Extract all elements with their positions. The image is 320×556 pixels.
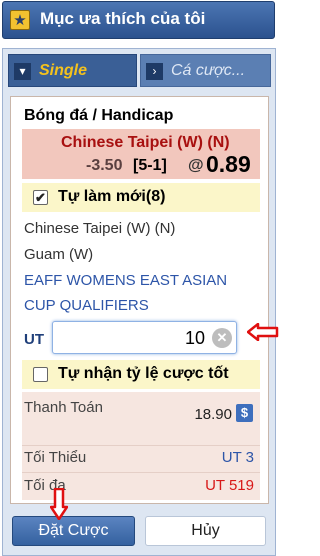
chevron-right-icon: ›	[146, 63, 163, 80]
handicap-value: -3.50	[86, 157, 123, 174]
star-icon: ★	[10, 10, 30, 30]
league-name: EAFF WOMENS EAST ASIAN CUP QUALIFIERS	[24, 272, 228, 314]
summary-divider	[22, 472, 260, 473]
tab-single[interactable]: ▾ Single	[8, 54, 137, 87]
min-stake-value: UT 3	[221, 449, 254, 466]
summary-divider	[22, 445, 260, 446]
stake-input[interactable]	[57, 326, 205, 350]
tab-single-label: Single	[39, 62, 88, 79]
clear-icon[interactable]: ✕	[212, 328, 232, 348]
odds-value: 0.89	[206, 151, 251, 177]
stake-currency-label: UT	[24, 331, 44, 348]
cancel-button[interactable]: Hủy	[145, 516, 266, 546]
payout-label: Thanh Toán	[24, 399, 103, 416]
selection-team: Chinese Taipei (W) (N)	[61, 134, 230, 151]
dollar-icon[interactable]: $	[236, 404, 253, 422]
accept-better-odds-checkbox[interactable]	[33, 367, 48, 382]
min-stake-label: Tối Thiểu	[24, 449, 87, 466]
stake-field[interactable]: ✕	[52, 321, 237, 354]
tab-multiple[interactable]: › Cá cược...	[140, 54, 271, 87]
chevron-down-icon: ▾	[14, 63, 31, 80]
away-team: Guam (W)	[24, 246, 94, 263]
home-team: Chinese Taipei (W) (N)	[24, 220, 176, 237]
accept-better-odds-label: Tự nhận tỷ lệ cược tốt	[58, 365, 229, 382]
auto-refresh-label: Tự làm mới(8)	[58, 188, 166, 205]
payout-value: 18.90	[194, 406, 232, 423]
favorites-title: Mục ưa thích của tôi	[40, 9, 206, 28]
tab-multiple-label: Cá cược...	[171, 62, 246, 79]
max-stake-value: UT 519	[205, 477, 254, 494]
at-symbol: @	[188, 157, 204, 174]
annotation-arrow-down-icon	[50, 488, 68, 520]
live-score: [5-1]	[133, 157, 167, 174]
sport-market: Bóng đá / Handicap	[24, 107, 174, 124]
place-bet-button[interactable]: Đặt Cược	[12, 516, 135, 546]
annotation-arrow-left-icon	[247, 323, 279, 341]
auto-refresh-checkbox[interactable]: ✔	[33, 190, 48, 205]
